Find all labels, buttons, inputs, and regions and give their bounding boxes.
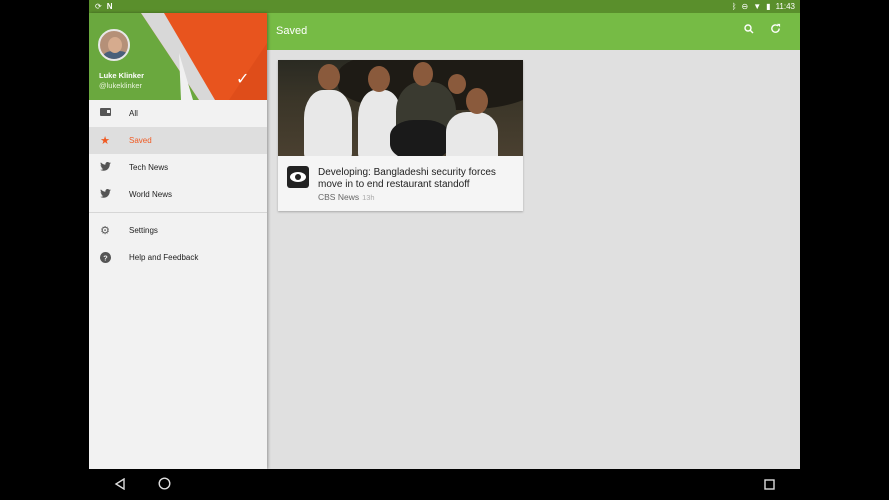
twitter-icon (99, 161, 111, 174)
back-icon[interactable] (111, 476, 129, 494)
system-nav-bar (89, 469, 800, 500)
user-handle: @lukeklinker (99, 81, 143, 90)
nav-item-world-news[interactable]: World News (89, 181, 267, 208)
avatar[interactable] (98, 29, 130, 61)
refresh-icon[interactable] (767, 23, 783, 39)
nav-item-tech-news[interactable]: Tech News (89, 154, 267, 181)
recents-icon[interactable] (760, 476, 778, 494)
article-source: CBS News (318, 192, 360, 202)
status-time: 11:43 (775, 2, 795, 11)
feed-icon (99, 107, 111, 120)
app-screen: ⟳ N ᛒ ⊖ ▼ ▮ 11:43 Saved Luke Klinker @lu… (89, 0, 800, 469)
star-icon: ★ (100, 134, 110, 147)
article-headline[interactable]: Developing: Bangladeshi security forces … (318, 167, 518, 191)
check-icon[interactable]: ✓ (236, 69, 249, 89)
nav-item-label: Tech News (129, 163, 169, 172)
sync-icon: ⟳ (95, 2, 102, 11)
battery-icon: ▮ (766, 2, 771, 11)
status-bar: ⟳ N ᛒ ⊖ ▼ ▮ 11:43 (89, 0, 800, 13)
bluetooth-icon: ᛒ (731, 2, 737, 11)
notification-n-icon: N (106, 2, 113, 11)
cbs-logo-icon (287, 166, 309, 188)
nav-item-settings[interactable]: ⚙ Settings (89, 217, 267, 244)
drawer-header: Luke Klinker @lukeklinker ✓ (89, 13, 267, 100)
user-name: Luke Klinker (99, 71, 145, 80)
article-image (278, 60, 523, 156)
nav-item-saved[interactable]: ★ Saved (89, 127, 267, 154)
wifi-icon: ▼ (753, 2, 762, 11)
nav-item-label: Settings (129, 226, 158, 235)
nav-item-label: Saved (129, 136, 152, 145)
home-icon[interactable] (155, 476, 173, 494)
article-meta: CBS News 13h (318, 192, 375, 202)
do-not-disturb-icon: ⊖ (741, 2, 749, 11)
twitter-icon (99, 188, 111, 201)
drawer-nav: All ★ Saved Tech News World News ⚙ Setti… (89, 100, 267, 271)
article-age: 13h (362, 193, 375, 202)
help-icon: ? (99, 251, 111, 264)
nav-item-label: Help and Feedback (129, 253, 199, 262)
nav-item-label: All (129, 109, 138, 118)
divider (89, 212, 267, 213)
nav-item-label: World News (129, 190, 172, 199)
app-toolbar: Saved (267, 13, 800, 50)
article-card[interactable]: Developing: Bangladeshi security forces … (278, 60, 523, 211)
nav-item-all[interactable]: All (89, 100, 267, 127)
svg-text:?: ? (103, 253, 108, 262)
nav-item-help[interactable]: ? Help and Feedback (89, 244, 267, 271)
gear-icon: ⚙ (100, 224, 110, 237)
search-icon[interactable] (741, 23, 757, 39)
navigation-drawer: Luke Klinker @lukeklinker ✓ All ★ Saved … (89, 13, 267, 469)
page-title: Saved (276, 25, 308, 37)
